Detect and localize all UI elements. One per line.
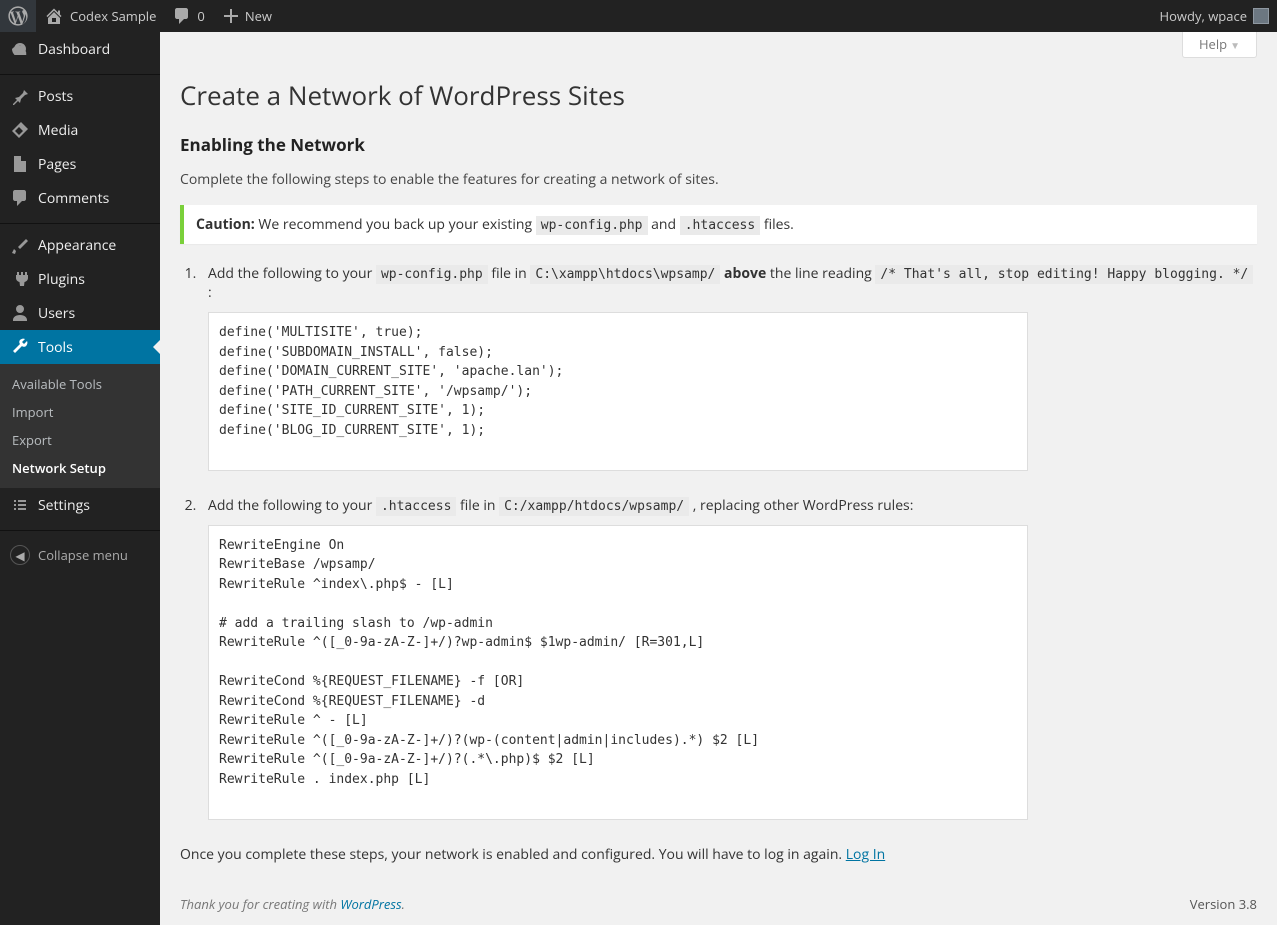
user-icon (10, 303, 30, 323)
help-tab[interactable]: Help▼ (1182, 32, 1257, 58)
caution-label: Caution: (196, 215, 255, 234)
comment-icon (172, 6, 192, 26)
plus-icon (221, 6, 241, 26)
code-comment: /* That's all, stop editing! Happy blogg… (875, 265, 1253, 284)
dashboard-icon (10, 39, 30, 59)
submenu-import[interactable]: Import (0, 398, 160, 426)
htaccess-code-textarea[interactable] (208, 525, 1028, 820)
site-name-label: Codex Sample (70, 7, 156, 25)
admin-sidebar: Dashboard Posts Media Pages Comments App… (0, 32, 160, 925)
pin-icon (10, 86, 30, 106)
submenu-network-setup[interactable]: Network Setup (0, 454, 160, 482)
home-icon (44, 6, 64, 26)
sidebar-item-label: Tools (38, 338, 73, 357)
footer-version: Version 3.8 (1190, 895, 1257, 913)
sidebar-item-settings[interactable]: Settings (0, 488, 160, 522)
chevron-down-icon: ▼ (1230, 38, 1240, 52)
caution-notice: Caution: We recommend you back up your e… (180, 205, 1257, 244)
my-account[interactable]: Howdy, wpace (1152, 0, 1277, 32)
sidebar-item-comments[interactable]: Comments (0, 181, 160, 215)
wpconfig-code-textarea[interactable] (208, 312, 1028, 471)
sidebar-item-media[interactable]: Media (0, 113, 160, 147)
submenu-available-tools[interactable]: Available Tools (0, 370, 160, 398)
brush-icon (10, 235, 30, 255)
avatar (1253, 8, 1269, 24)
code-path: C:/xampp/htdocs/wpsamp/ (499, 497, 689, 516)
sidebar-item-posts[interactable]: Posts (0, 79, 160, 113)
sidebar-item-label: Comments (38, 189, 109, 208)
wrench-icon (10, 337, 30, 357)
comments-menu[interactable]: 0 (164, 0, 212, 32)
page-title: Create a Network of WordPress Sites (180, 68, 1257, 133)
code-path: C:\xampp\htdocs\wpsamp/ (530, 265, 720, 284)
sidebar-item-label: Pages (38, 155, 76, 174)
sidebar-item-label: Appearance (38, 236, 116, 255)
sidebar-item-pages[interactable]: Pages (0, 147, 160, 181)
footer-wp-link[interactable]: WordPress (340, 895, 401, 913)
footer-thanks: Thank you for creating with (180, 895, 340, 913)
sidebar-item-tools[interactable]: Tools (0, 330, 160, 364)
step-1: Add the following to your wp-config.php … (200, 264, 1257, 476)
page-icon (10, 154, 30, 174)
submenu-export[interactable]: Export (0, 426, 160, 454)
settings-icon (10, 495, 30, 515)
collapse-label: Collapse menu (38, 546, 128, 564)
sidebar-item-label: Settings (38, 496, 90, 515)
login-link[interactable]: Log In (846, 845, 885, 864)
sidebar-item-label: Media (38, 121, 78, 140)
sidebar-item-label: Dashboard (38, 40, 110, 59)
wp-logo[interactable] (0, 0, 36, 32)
code-filename: .htaccess (376, 497, 456, 516)
admin-bar: Codex Sample 0 New Howdy, wpace (0, 0, 1277, 32)
media-icon (10, 120, 30, 140)
new-label: New (245, 7, 272, 25)
step-2: Add the following to your .htaccess file… (200, 496, 1257, 825)
wordpress-icon (8, 6, 28, 26)
page-description: Complete the following steps to enable t… (180, 170, 1257, 189)
code-filename: wp-config.php (376, 265, 488, 284)
sidebar-item-label: Posts (38, 87, 73, 106)
sidebar-item-users[interactable]: Users (0, 296, 160, 330)
content-area: Help▼ Create a Network of WordPress Site… (160, 32, 1277, 925)
sidebar-item-label: Plugins (38, 270, 85, 289)
sidebar-item-appearance[interactable]: Appearance (0, 228, 160, 262)
plug-icon (10, 269, 30, 289)
site-name-menu[interactable]: Codex Sample (36, 0, 164, 32)
code-htaccess: .htaccess (680, 216, 760, 235)
section-title: Enabling the Network (180, 133, 1257, 156)
code-wpconfig: wp-config.php (536, 216, 648, 235)
sidebar-item-label: Users (38, 304, 75, 323)
collapse-menu[interactable]: ◀ Collapse menu (0, 535, 160, 575)
new-content-menu[interactable]: New (213, 0, 280, 32)
comments-count: 0 (197, 7, 204, 25)
howdy-text: Howdy, wpace (1160, 7, 1247, 25)
comment-icon (10, 188, 30, 208)
sidebar-item-dashboard[interactable]: Dashboard (0, 32, 160, 66)
help-label: Help (1199, 35, 1227, 53)
final-note: Once you complete these steps, your netw… (180, 845, 1257, 864)
admin-footer: Thank you for creating with WordPress. V… (160, 883, 1277, 925)
collapse-icon: ◀ (10, 545, 30, 565)
sidebar-item-plugins[interactable]: Plugins (0, 262, 160, 296)
